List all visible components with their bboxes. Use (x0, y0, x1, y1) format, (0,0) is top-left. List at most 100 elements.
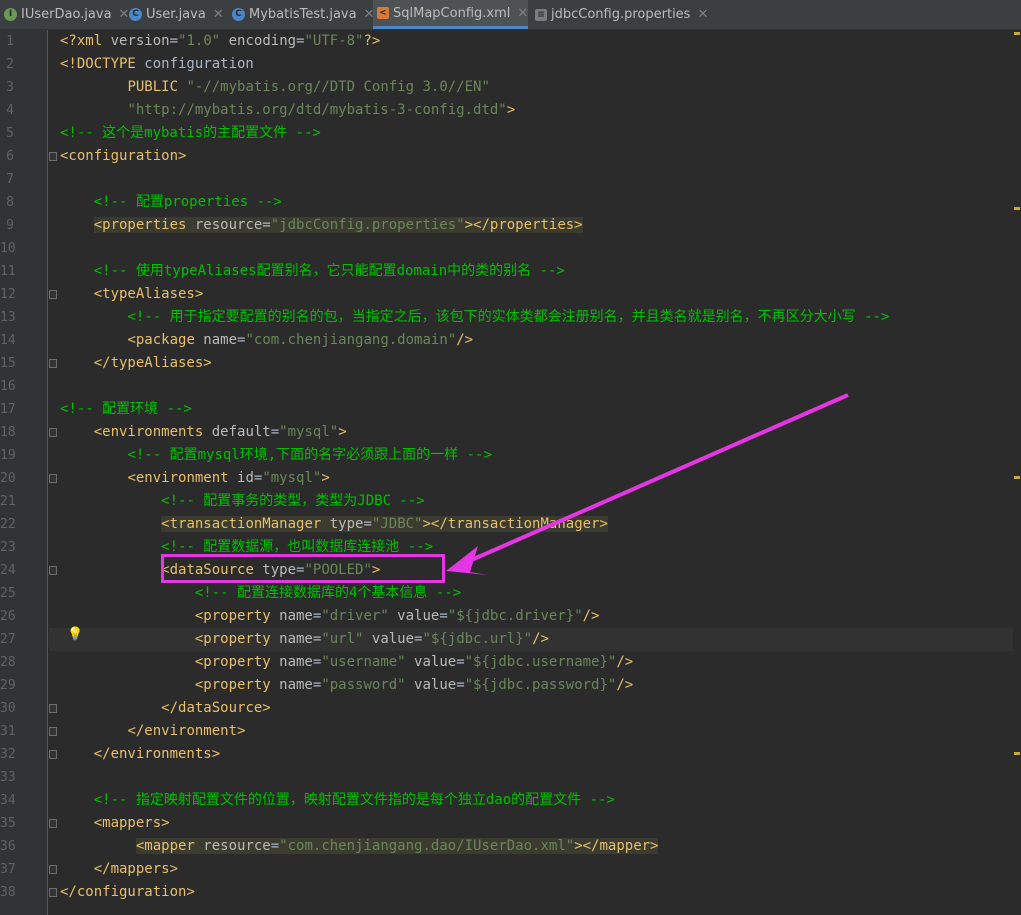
code-line[interactable]: </environments> (60, 743, 220, 766)
line-number: 35 (0, 816, 16, 831)
code-token: > (338, 424, 347, 440)
fold-marker-icon[interactable] (49, 359, 57, 368)
code-line[interactable]: <!-- 配置环境 --> (60, 398, 192, 421)
code-line[interactable]: </environment> (60, 720, 245, 743)
fold-marker-icon[interactable] (49, 750, 57, 759)
code-token: <!-- 指定映射配置文件的位置，映射配置文件指的是每个独立dao的配置文件 -… (93, 792, 615, 808)
code-line[interactable]: "http://mybatis.org/dtd/mybatis-3-config… (60, 99, 515, 122)
scroll-marker (1014, 752, 1020, 755)
tab-iuserdao-java[interactable]: I IUserDao.java ✕ (0, 0, 129, 29)
fold-marker-icon[interactable] (49, 727, 57, 736)
fold-marker-icon[interactable] (49, 704, 57, 713)
fold-marker-icon[interactable] (49, 888, 57, 897)
code-token: = (363, 516, 372, 532)
line-number: 29 (0, 678, 16, 693)
close-icon[interactable]: ✕ (517, 6, 528, 21)
code-line[interactable]: </dataSource> (60, 697, 271, 720)
code-line[interactable]: <configuration> (60, 145, 186, 168)
line-number: 1 (6, 34, 14, 49)
code-token: "http://mybatis.org/dtd/mybatis-3-config… (127, 102, 507, 118)
line-number: 37 (0, 862, 16, 877)
tab-sqlmapconfig-xml[interactable]: < SqlMapConfig.xml ✕ (373, 0, 528, 29)
code-line[interactable]: <property name="url" value="${jdbc.url}"… (60, 628, 549, 651)
code-line[interactable]: <property name="password" value="${jdbc.… (60, 674, 633, 697)
code-line[interactable]: <!-- 用于指定要配置的别名的包，当指定之后，该包下的实体类都会注册别名，并且… (60, 306, 889, 329)
line-number: 24 (0, 563, 16, 578)
code-line[interactable]: <environment id="mysql"> (60, 467, 329, 490)
fold-marker-icon[interactable] (49, 819, 57, 828)
code-line[interactable]: <property name="username" value="${jdbc.… (60, 651, 633, 674)
code-token: <transactionManager (161, 516, 322, 532)
code-line[interactable]: </mappers> (60, 858, 178, 881)
code-line[interactable]: <property name="driver" value="${jdbc.dr… (60, 605, 600, 628)
fold-marker-icon[interactable] (49, 474, 57, 483)
tab-jdbcconfig-properties[interactable]: ≡ jdbcConfig.properties ✕ (531, 0, 708, 29)
code-line[interactable]: <mappers> (60, 812, 170, 835)
code-token: > (506, 102, 516, 118)
fold-marker-icon[interactable] (49, 566, 57, 575)
code-token: "${jdbc.username}" (464, 654, 617, 670)
line-number: 16 (0, 379, 16, 394)
line-number: 4 (6, 103, 14, 118)
tab-user-java[interactable]: C User.java ✕ (125, 0, 229, 29)
code-line[interactable]: <!-- 这个是mybatis的主配置文件 --> (60, 122, 321, 145)
fold-marker-icon[interactable] (49, 290, 57, 299)
code-line[interactable]: <mapper resource="com.chenjiangang.dao/I… (60, 835, 659, 858)
code-line[interactable]: <!-- 配置连接数据库的4个基本信息 --> (60, 582, 461, 605)
code-line[interactable]: <transactionManager type="JDBC"></transa… (60, 513, 608, 536)
close-icon[interactable]: ✕ (213, 7, 224, 22)
editor-scrollbar[interactable] (1013, 30, 1021, 915)
code-token: <properties (93, 217, 187, 233)
code-line[interactable]: <!-- 配置properties --> (60, 191, 282, 214)
line-number: 2 (6, 57, 14, 72)
lightbulb-icon[interactable]: 💡 (67, 627, 83, 642)
code-token: /> (616, 677, 634, 693)
code-line[interactable]: <!-- 配置事务的类型，类型为JDBC --> (60, 490, 425, 513)
code-line[interactable]: <?xml version="1.0" encoding="UTF-8"?> (60, 30, 380, 53)
code-line[interactable]: <environments default="mysql"> (60, 421, 347, 444)
code-editor[interactable]: <?xml version="1.0" encoding="UTF-8"?> <!… (49, 30, 1021, 915)
code-line[interactable]: <properties resource="jdbcConfig.propert… (60, 214, 583, 237)
code-line[interactable]: <package name="com.chenjiangang.domain"/… (60, 329, 473, 352)
code-line[interactable]: PUBLIC "-//mybatis.org//DTD Config 3.0//… (60, 76, 489, 99)
code-token: <!-- 配置数据源，也叫数据库连接池 --> (161, 539, 434, 555)
code-token: PUBLIC (127, 79, 187, 95)
code-line[interactable]: <typeAliases> (60, 283, 204, 306)
code-token: "UTF-8" (304, 33, 364, 49)
line-number: 22 (0, 517, 16, 532)
code-token: "${jdbc.password}" (464, 677, 617, 693)
code-line[interactable]: <!-- 配置mysql环境,下面的名字必须跟上面的一样 --> (60, 444, 491, 467)
fold-marker-icon[interactable] (49, 428, 57, 437)
code-line[interactable]: </typeAliases> (60, 352, 212, 375)
line-number: 12 (0, 287, 16, 302)
fold-marker-icon[interactable] (49, 865, 57, 874)
code-token: /> (582, 608, 600, 624)
code-token: name (270, 677, 313, 693)
scroll-marker (1014, 476, 1020, 479)
code-token: <property (194, 631, 271, 647)
code-line[interactable]: </configuration> (60, 881, 195, 904)
line-number: 21 (0, 494, 16, 509)
tab-mybatistest-java[interactable]: C MybatisTest.java ✕ (228, 0, 375, 29)
close-icon[interactable]: ✕ (697, 7, 708, 22)
code-line[interactable]: <!DOCTYPE configuration (60, 53, 254, 76)
code-token: </typeAliases> (93, 355, 212, 371)
line-number: 32 (0, 747, 16, 762)
code-token: value (405, 654, 457, 670)
code-token: "JDBC" (371, 516, 423, 532)
fold-marker-icon[interactable] (49, 152, 57, 161)
code-line[interactable]: <!-- 指定映射配置文件的位置，映射配置文件指的是每个独立dao的配置文件 -… (60, 789, 615, 812)
annotation-highlight-box (161, 554, 445, 583)
line-number: 28 (0, 655, 16, 670)
code-token: <environments (93, 424, 204, 440)
code-token: /> (456, 332, 474, 348)
code-line[interactable]: <!-- 使用typeAliases配置别名，它只能配置domain中的类的别名… (60, 260, 565, 283)
line-number: 18 (0, 425, 16, 440)
code-token: value (405, 677, 457, 693)
code-token: default (203, 424, 271, 440)
